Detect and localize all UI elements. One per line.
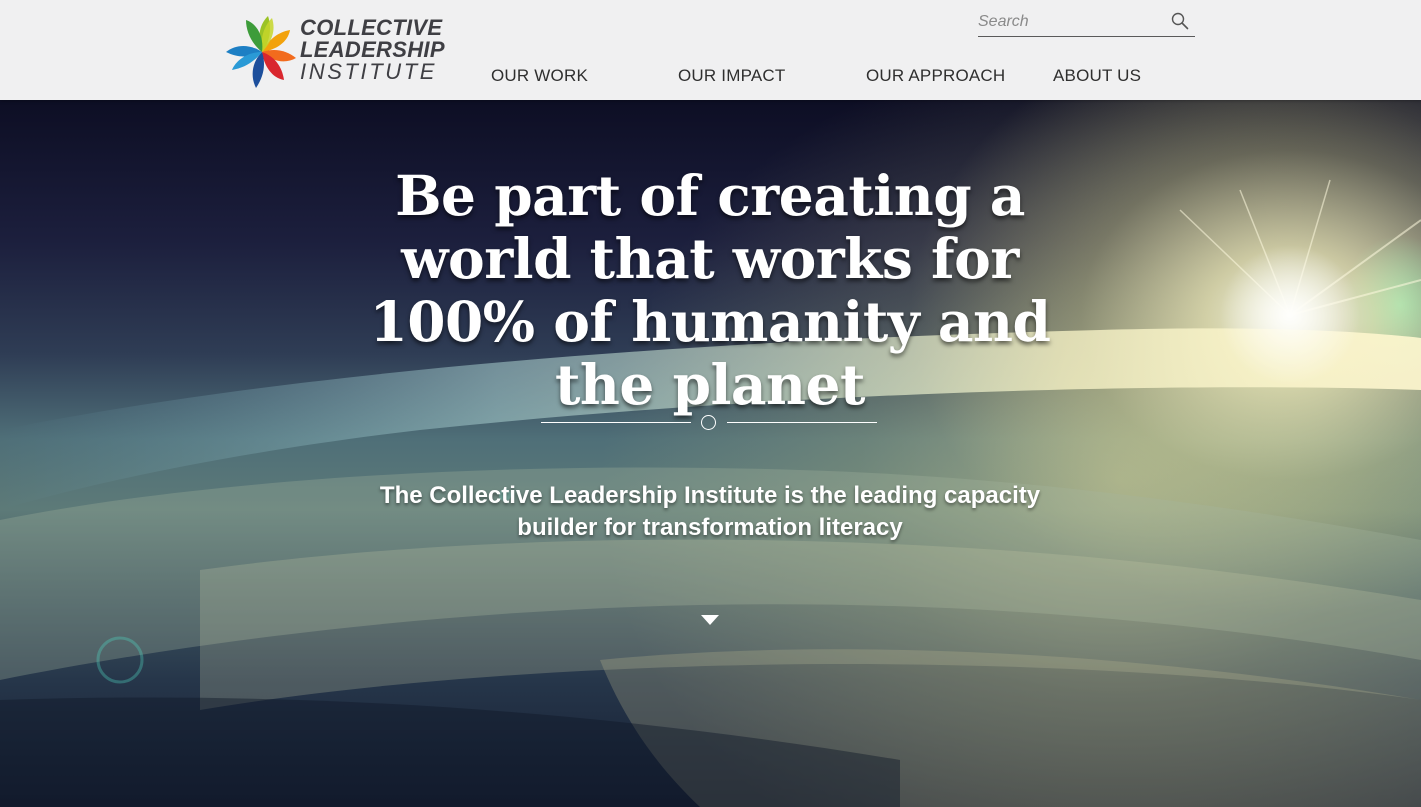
divider-circle-icon <box>701 415 716 430</box>
search-icon[interactable] <box>1171 12 1189 30</box>
divider-line-left <box>541 422 691 423</box>
hero-tagline: The Collective Leadership Institute is t… <box>379 482 1041 541</box>
nav-our-impact[interactable]: OUR IMPACT <box>678 66 785 86</box>
main-nav: OUR WORK OUR IMPACT OUR APPROACH ABOUT U… <box>0 66 1421 92</box>
caret-down-icon[interactable] <box>700 614 720 626</box>
nav-our-work[interactable]: OUR WORK <box>491 66 588 86</box>
hero-divider <box>541 414 877 432</box>
logo-line-2: LEADERSHIP <box>300 37 445 62</box>
nav-our-approach[interactable]: OUR APPROACH <box>866 66 1005 86</box>
divider-line-right <box>727 422 877 423</box>
search-box <box>978 7 1195 37</box>
hero-section: Be part of creating a world that works f… <box>0 100 1421 807</box>
site-header: COLLECTIVE LEADERSHIP INSTITUTE OUR WORK… <box>0 0 1421 100</box>
logo-line-1: COLLECTIVE <box>300 15 443 40</box>
nav-about-us[interactable]: ABOUT US <box>1053 66 1141 86</box>
search-input[interactable] <box>978 9 1163 35</box>
hero-headline: Be part of creating a world that works f… <box>369 163 1052 417</box>
